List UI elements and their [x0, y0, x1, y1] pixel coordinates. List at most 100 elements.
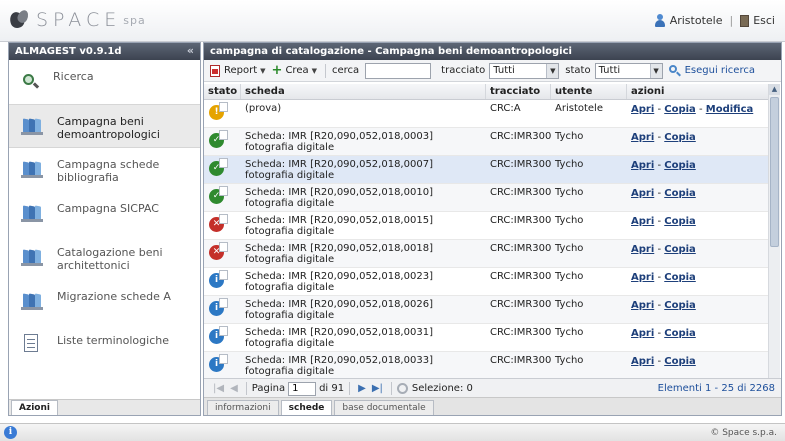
tab-azioni[interactable]: Azioni	[11, 400, 58, 415]
table-header: stato scheda tracciato utente azioni	[204, 84, 769, 100]
azioni-cell: Apri - Copia	[627, 324, 769, 351]
action-link-apri[interactable]: Apri	[631, 356, 654, 367]
action-link-apri[interactable]: Apri	[631, 188, 654, 199]
esegui-ricerca-button[interactable]: Esegui ricerca	[668, 64, 755, 77]
first-page-icon[interactable]: |◀	[213, 383, 224, 394]
scrollbar-thumb[interactable]	[770, 97, 779, 247]
status-cell: ✕	[204, 212, 241, 239]
action-link-apri[interactable]: Apri	[631, 328, 654, 339]
action-link-copia[interactable]: Copia	[664, 132, 696, 143]
action-link-modifica[interactable]: Modifica	[706, 104, 754, 115]
status-blue-icon: i	[209, 298, 228, 316]
action-separator: -	[654, 104, 665, 115]
table-row[interactable]: ✓ Scheda: IMR [R20,090,052,018,0007] foto…	[204, 156, 769, 184]
action-link-apri[interactable]: Apri	[631, 216, 654, 227]
column-header-scheda[interactable]: scheda	[241, 84, 486, 99]
crea-button[interactable]: + Crea ▼	[272, 64, 317, 77]
nav-item-ricerca[interactable]: Ricerca	[9, 60, 200, 104]
table-row[interactable]: i Scheda: IMR [R20,090,052,018,0026] foto…	[204, 296, 769, 324]
action-separator: -	[654, 328, 665, 339]
azioni-cell: Apri - Copia	[627, 128, 769, 155]
space-logo-mark-icon	[7, 8, 31, 31]
action-link-apri[interactable]: Apri	[631, 160, 654, 171]
table-row[interactable]: i Scheda: IMR [R20,090,052,018,0033] foto…	[204, 352, 769, 380]
column-header-tracciato[interactable]: tracciato	[486, 84, 551, 99]
next-page-icon[interactable]: ▶	[358, 383, 366, 394]
previous-page-icon[interactable]: ◀	[230, 383, 238, 394]
scheda-cell: Scheda: IMR [R20,090,052,018,0010] fotog…	[245, 187, 433, 209]
action-link-apri[interactable]: Apri	[631, 300, 654, 311]
pager-separator	[390, 382, 392, 395]
nav-item-campagna-beni-demoantropologici[interactable]: Campagna beni demoantropologici	[9, 104, 200, 148]
pagination-bar: |◀ ◀ Pagina di 91 ▶ ▶| Selezione: 0 Elem…	[204, 378, 781, 398]
status-red-icon: ✕	[209, 214, 228, 232]
table-scrollbar[interactable]: ▲ ▼	[768, 84, 780, 396]
report-button[interactable]: Report ▼	[210, 64, 266, 77]
action-link-copia[interactable]: Copia	[664, 244, 696, 255]
status-cell: ✓	[204, 128, 241, 155]
info-icon[interactable]: i	[4, 426, 17, 439]
last-page-icon[interactable]: ▶|	[372, 383, 383, 394]
selection-label: Selezione: 0	[411, 383, 473, 394]
action-link-copia[interactable]: Copia	[664, 188, 696, 199]
action-link-apri[interactable]: Apri	[631, 244, 654, 255]
status-bar: i © Space s.p.a.	[0, 423, 785, 441]
toolbar: Report ▼ + Crea ▼ cerca tracciato Tutti …	[204, 60, 781, 82]
nav-item-migrazione-schede-a[interactable]: Migrazione schede A	[9, 280, 200, 324]
tracciato-cell: CRC:IMR300	[490, 243, 551, 254]
column-header-stato[interactable]: stato	[204, 84, 241, 99]
column-header-utente[interactable]: utente	[551, 84, 627, 99]
table-row[interactable]: i Scheda: IMR [R20,090,052,018,0023] foto…	[204, 268, 769, 296]
action-link-apri[interactable]: Apri	[631, 272, 654, 283]
action-link-copia[interactable]: Copia	[664, 216, 696, 227]
table-row[interactable]: i Scheda: IMR [R20,090,052,018,0031] foto…	[204, 324, 769, 352]
tracciato-label: tracciato	[441, 65, 486, 76]
logo-subtext: spa	[123, 13, 146, 27]
action-link-apri[interactable]: Apri	[631, 132, 654, 143]
tab-informazioni[interactable]: informazioni	[207, 400, 279, 415]
action-link-copia[interactable]: Copia	[664, 328, 696, 339]
status-cell: i	[204, 296, 241, 323]
column-header-azioni[interactable]: azioni	[627, 84, 769, 99]
tab-base-documentale[interactable]: base documentale	[334, 400, 434, 415]
action-link-copia[interactable]: Copia	[664, 356, 696, 367]
search-icon	[21, 72, 40, 90]
action-link-copia[interactable]: Copia	[664, 160, 696, 171]
action-link-apri[interactable]: Apri	[631, 104, 654, 115]
page-count-label: di 91	[319, 383, 345, 394]
exit-link[interactable]: Esci	[753, 14, 775, 27]
azioni-cell: Apri - Copia	[627, 268, 769, 295]
refresh-icon[interactable]	[396, 383, 408, 394]
nav-item-campagna-schede-bibliografia[interactable]: Campagna schede bibliografia	[9, 148, 200, 192]
tracciato-select[interactable]: Tutti ▼	[489, 62, 560, 79]
tracciato-cell: CRC:IMR300	[490, 271, 551, 282]
nav-item-campagna-sicpac[interactable]: Campagna SICPAC	[9, 192, 200, 236]
table-row[interactable]: ✓ Scheda: IMR [R20,090,052,018,0003] foto…	[204, 128, 769, 156]
nav-item-liste-terminologiche[interactable]: Liste terminologiche	[9, 324, 200, 368]
table-row[interactable]: ✓ Scheda: IMR [R20,090,052,018,0010] foto…	[204, 184, 769, 212]
tab-schede[interactable]: schede	[280, 400, 333, 415]
table-row[interactable]: ! (prova) CRC:A Aristotele Apri - Copia - Mo…	[204, 100, 769, 128]
exit-door-icon[interactable]	[740, 14, 750, 27]
collapse-left-panel-button[interactable]: «	[187, 44, 194, 57]
utente-cell: Tycho	[555, 327, 584, 338]
action-link-copia[interactable]: Copia	[664, 104, 696, 115]
stato-select[interactable]: Tutti ▼	[594, 62, 663, 79]
table-row[interactable]: ✕ Scheda: IMR [R20,090,052,018,0015] foto…	[204, 212, 769, 240]
status-green-icon: ✓	[209, 186, 228, 204]
scheda-cell: Scheda: IMR [R20,090,052,018,0003] fotog…	[245, 131, 433, 153]
action-link-copia[interactable]: Copia	[664, 300, 696, 311]
left-nav-list: Ricerca Campagna beni demoantropologici …	[9, 60, 200, 368]
cerca-input[interactable]	[365, 62, 432, 79]
action-link-copia[interactable]: Copia	[664, 272, 696, 283]
scroll-up-arrow-icon[interactable]: ▲	[769, 84, 780, 95]
nav-item-catalogazione-beni-architettonici[interactable]: Catalogazione beni architettonici	[9, 236, 200, 280]
pager-separator	[349, 382, 351, 395]
crea-label: Crea	[285, 65, 309, 76]
table-row[interactable]: ✕ Scheda: IMR [R20,090,052,018,0018] foto…	[204, 240, 769, 268]
status-red-icon: ✕	[209, 242, 228, 260]
user-name-link[interactable]: Aristotele	[670, 14, 723, 27]
page-number-input[interactable]	[288, 381, 317, 396]
tracciato-cell: CRC:IMR300	[490, 187, 551, 198]
left-bottom-tabs: Azioni	[9, 399, 200, 415]
